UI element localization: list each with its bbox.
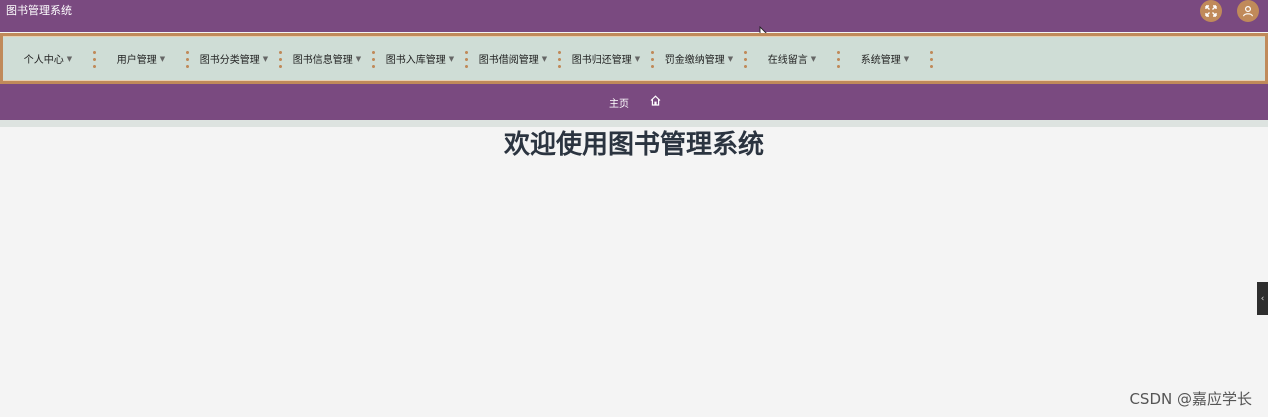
nav-item-return-management[interactable]: 图书归还管理 ▼: [561, 37, 651, 80]
breadcrumb: 主页: [0, 84, 1268, 120]
user-button[interactable]: [1237, 0, 1259, 22]
caret-down-icon: ▼: [541, 54, 548, 63]
nav-item-stock-in-management[interactable]: 图书入库管理 ▼: [375, 37, 465, 80]
caret-down-icon: ▼: [634, 54, 641, 63]
main-navigation: 个人中心 ▼ 用户管理 ▼ 图书分类管理 ▼ 图书信息管理 ▼ 图书入库管理 ▼ 图书借阅…: [0, 33, 1268, 84]
nav-menu: 个人中心 ▼ 用户管理 ▼ 图书分类管理 ▼ 图书信息管理 ▼ 图书入库管理 ▼ 图书借阅…: [3, 36, 1265, 81]
caret-down-icon: ▼: [355, 54, 362, 63]
caret-down-icon: ▼: [903, 54, 910, 63]
nav-item-label: 图书信息管理: [292, 55, 353, 66]
nav-item-label: 图书分类管理: [199, 55, 260, 66]
content-divider: [0, 120, 1268, 127]
app-title: 图书管理系统: [6, 4, 72, 17]
nav-item-label: 图书入库管理: [385, 55, 446, 66]
side-panel-toggle[interactable]: ‹: [1257, 282, 1268, 315]
nav-item-label: 用户管理: [116, 55, 157, 66]
caret-down-icon: ▼: [727, 54, 734, 63]
home-icon[interactable]: [650, 95, 661, 106]
nav-item-borrow-management[interactable]: 图书借阅管理 ▼: [468, 37, 558, 80]
top-header: 图书管理系统: [0, 0, 1268, 32]
caret-down-icon: ▼: [66, 54, 73, 63]
fullscreen-button[interactable]: [1200, 0, 1222, 22]
caret-down-icon: ▼: [159, 54, 166, 63]
caret-down-icon: ▼: [262, 54, 269, 63]
caret-down-icon: ▼: [448, 54, 455, 63]
nav-item-label: 系统管理: [860, 55, 901, 66]
welcome-title: 欢迎使用图书管理系统: [503, 130, 764, 160]
breadcrumb-home-link[interactable]: 主页: [609, 95, 629, 110]
nav-item-fine-payment-management[interactable]: 罚金缴纳管理 ▼: [654, 37, 744, 80]
nav-item-label: 个人中心: [23, 55, 64, 66]
nav-item-online-messages[interactable]: 在线留言 ▼: [747, 37, 837, 80]
fullscreen-icon: [1205, 5, 1217, 17]
nav-separator: [930, 49, 933, 69]
nav-item-label: 在线留言: [767, 55, 808, 66]
user-icon: [1242, 5, 1254, 17]
nav-item-book-info-management[interactable]: 图书信息管理 ▼: [282, 37, 372, 80]
nav-item-system-management[interactable]: 系统管理 ▼: [840, 37, 930, 80]
nav-item-category-management[interactable]: 图书分类管理 ▼: [189, 37, 279, 80]
nav-item-label: 图书借阅管理: [478, 55, 539, 66]
watermark: CSDN @嘉应学长: [1129, 390, 1252, 408]
caret-down-icon: ▼: [810, 54, 817, 63]
nav-item-label: 图书归还管理: [571, 55, 632, 66]
nav-item-personal-center[interactable]: 个人中心 ▼: [3, 37, 93, 80]
nav-item-user-management[interactable]: 用户管理 ▼: [96, 37, 186, 80]
nav-item-label: 罚金缴纳管理: [664, 55, 725, 66]
chevron-left-icon: ‹: [1260, 293, 1265, 304]
